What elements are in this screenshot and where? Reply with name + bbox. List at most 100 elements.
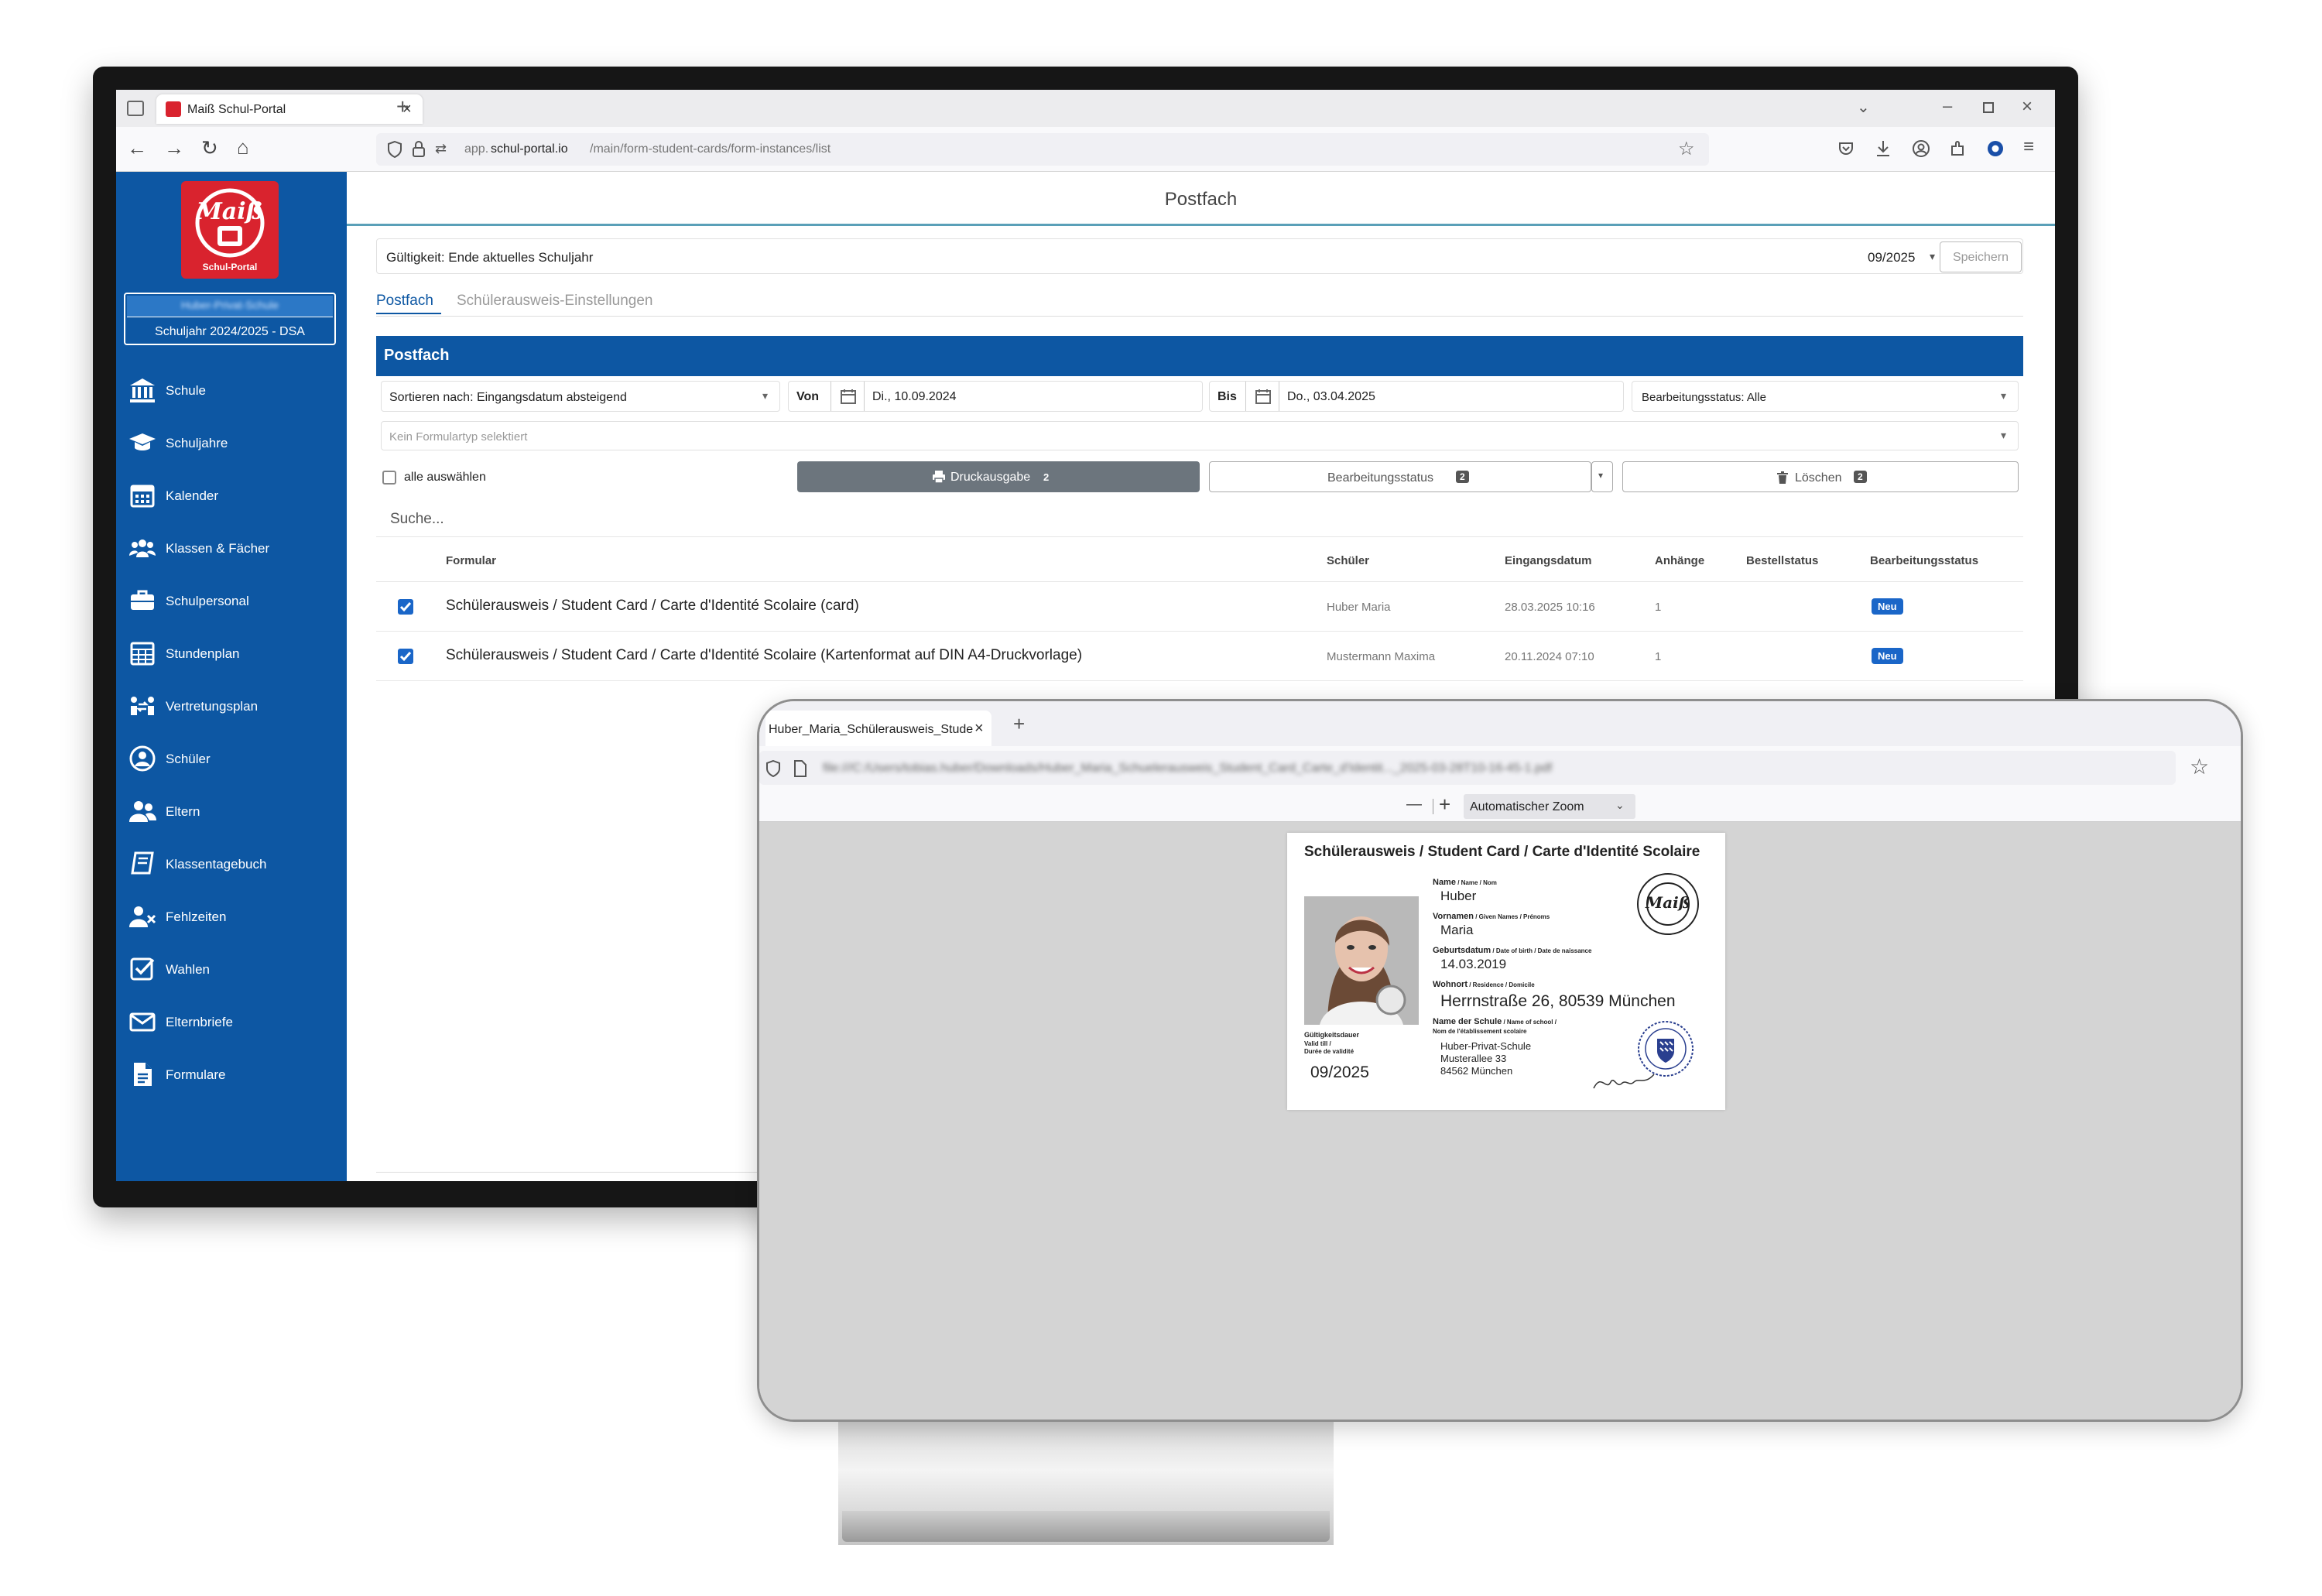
calendar-icon[interactable] bbox=[831, 382, 865, 411]
postfach-panel-header: Postfach bbox=[376, 336, 2023, 376]
sidebar-item-klassen-faecher[interactable]: Klassen & Fächer bbox=[128, 533, 337, 563]
delete-label: Löschen bbox=[1795, 471, 1842, 485]
col-bearbeitungsstatus[interactable]: Bearbeitungsstatus bbox=[1870, 554, 1978, 567]
download-icon[interactable] bbox=[1875, 139, 1892, 158]
browser-tab-bar: Maiß Schul-Portal × + ⌄ – × bbox=[116, 90, 2055, 127]
chevron-down-icon[interactable]: ⌄ bbox=[1857, 98, 1870, 117]
minimize-icon[interactable]: – bbox=[1943, 96, 1952, 116]
sidebar-item-elternbriefe[interactable]: Elternbriefe bbox=[128, 1006, 337, 1037]
school-year: Schuljahr 2024/2025 - DSA bbox=[155, 325, 305, 338]
bookmark-star-icon[interactable]: ☆ bbox=[1678, 138, 1695, 160]
sidebar-item-label: Formulare bbox=[166, 1067, 226, 1082]
extensions-icon[interactable] bbox=[1949, 139, 1968, 158]
formtype-select[interactable]: Kein Formulartyp selektiert ▾ bbox=[381, 421, 2019, 450]
signature-icon bbox=[1593, 1074, 1655, 1089]
zoom-in-button[interactable]: + bbox=[1439, 793, 1450, 817]
address-bar[interactable]: ⇄ app. schul-portal.io /main/form-studen… bbox=[376, 133, 1709, 166]
sidebar-item-formulare[interactable]: Formulare bbox=[128, 1059, 337, 1090]
sidebar-item-fehlzeiten[interactable]: Fehlzeiten bbox=[128, 901, 337, 932]
table-row[interactable]: Schülerausweis / Student Card / Carte d'… bbox=[376, 582, 2023, 632]
given-value: Maria bbox=[1440, 923, 1474, 937]
col-anhaenge[interactable]: Anhänge bbox=[1655, 554, 1704, 567]
address-bar[interactable]: file:///C:/Users/tobias.huber/Downloads/… bbox=[759, 751, 2176, 785]
browser-tab-pdf[interactable]: Huber_Maria_Schülerausweis_Stude × bbox=[765, 711, 991, 746]
sidebar-item-label: Stundenplan bbox=[166, 646, 240, 661]
col-eingangsdatum[interactable]: Eingangsdatum bbox=[1505, 554, 1592, 567]
extension-blue-icon[interactable] bbox=[1986, 139, 2005, 158]
search-input[interactable]: Suche... bbox=[376, 500, 2023, 537]
school-selector[interactable]: Huber-Privat-Schule Schuljahr 2024/2025 … bbox=[124, 293, 336, 345]
portal-logo[interactable]: Maiß Schul-Portal bbox=[181, 181, 279, 279]
new-tab-button[interactable]: + bbox=[396, 94, 409, 119]
row-form-name[interactable]: Schülerausweis / Student Card / Carte d'… bbox=[446, 598, 859, 615]
row-attachments: 1 bbox=[1655, 650, 1662, 663]
bookmark-star-icon[interactable]: ☆ bbox=[2190, 754, 2209, 779]
browser-tab-portal[interactable]: Maiß Schul-Portal × bbox=[156, 94, 423, 124]
row-form-name[interactable]: Schülerausweis / Student Card / Carte d'… bbox=[446, 647, 1082, 664]
sort-select[interactable]: Sortieren nach: Eingangsdatum absteigend… bbox=[381, 381, 780, 412]
user-x-icon bbox=[129, 906, 156, 927]
sidebar: Maiß Schul-Portal Huber-Privat-Schule Sc… bbox=[116, 172, 347, 1181]
sidebar-item-wahlen[interactable]: Wahlen bbox=[128, 954, 337, 985]
delete-button[interactable]: Löschen 2 bbox=[1622, 461, 2019, 492]
validity-sub1: Valid till / bbox=[1304, 1040, 1331, 1047]
status-change-label: Bearbeitungsstatus bbox=[1327, 471, 1433, 485]
tab-schuelerausweis-einstellungen[interactable]: Schülerausweis-Einstellungen bbox=[457, 293, 652, 310]
pocket-icon[interactable] bbox=[1837, 140, 1855, 157]
restore-icon[interactable] bbox=[1983, 102, 1994, 113]
user-circle-icon bbox=[129, 745, 156, 772]
status-filter-select[interactable]: Bearbeitungsstatus: Alle ▾ bbox=[1632, 381, 2019, 412]
zoom-select[interactable]: Automatischer Zoom ⌄ bbox=[1464, 794, 1635, 819]
sidebar-item-eltern[interactable]: Eltern bbox=[128, 796, 337, 827]
sidebar-item-schule[interactable]: Schule bbox=[128, 375, 337, 406]
home-icon[interactable]: ⌂ bbox=[237, 137, 249, 157]
close-window-icon[interactable]: × bbox=[2022, 96, 2033, 118]
row-date: 28.03.2025 10:16 bbox=[1505, 601, 1595, 614]
date-from-field[interactable]: Von Di., 10.09.2024 bbox=[788, 381, 1203, 412]
sidebar-item-klassentagebuch[interactable]: Klassentagebuch bbox=[128, 848, 337, 879]
back-icon[interactable]: ← bbox=[127, 138, 147, 158]
sidebar-item-stundenplan[interactable]: Stundenplan bbox=[128, 638, 337, 669]
account-icon[interactable] bbox=[1912, 139, 1930, 158]
menu-icon[interactable]: ≡ bbox=[2023, 136, 2034, 158]
status-change-button[interactable]: Bearbeitungsstatus 2 bbox=[1209, 461, 1591, 492]
reload-icon[interactable]: ↻ bbox=[201, 138, 218, 158]
permissions-icon[interactable]: ⇄ bbox=[435, 141, 447, 157]
tab-postfach[interactable]: Postfach bbox=[376, 293, 433, 310]
parents-icon bbox=[129, 801, 156, 822]
tab-close-icon[interactable]: × bbox=[974, 720, 984, 738]
residence-value: Herrnstraße 26, 80539 München bbox=[1440, 992, 1676, 1010]
status-dropdown-toggle[interactable]: ▾ bbox=[1591, 461, 1613, 492]
sidebar-item-vertretungsplan[interactable]: Vertretungsplan bbox=[128, 690, 337, 721]
col-bestellstatus[interactable]: Bestellstatus bbox=[1746, 554, 1818, 567]
status-filter-label: Bearbeitungsstatus: Alle bbox=[1642, 391, 1766, 404]
zoom-out-button[interactable]: — bbox=[1406, 796, 1422, 813]
sidebar-item-schulpersonal[interactable]: Schulpersonal bbox=[128, 585, 337, 616]
sidebar-item-kalender[interactable]: Kalender bbox=[128, 480, 337, 511]
row-checkbox[interactable] bbox=[398, 599, 413, 615]
col-formular[interactable]: Formular bbox=[446, 554, 496, 567]
sidebar-item-schuljahre[interactable]: Schuljahre bbox=[128, 427, 337, 458]
print-button[interactable]: Druckausgabe 2 bbox=[797, 461, 1200, 492]
document-icon bbox=[134, 1063, 152, 1086]
formtype-placeholder: Kein Formulartyp selektiert bbox=[389, 430, 528, 444]
calendar-icon[interactable] bbox=[1245, 382, 1279, 411]
select-all-checkbox[interactable] bbox=[382, 471, 396, 485]
validity-sub2: Durée de validité bbox=[1304, 1048, 1354, 1055]
row-checkbox[interactable] bbox=[398, 649, 413, 664]
select-all-label: alle auswählen bbox=[404, 471, 486, 484]
status-badge: Neu bbox=[1872, 648, 1903, 664]
print-count-badge: 2 bbox=[1043, 471, 1050, 483]
sidebar-item-label: Fehlzeiten bbox=[166, 909, 227, 924]
chevron-down-icon: ▾ bbox=[2001, 429, 2007, 441]
col-schueler[interactable]: Schüler bbox=[1327, 554, 1369, 567]
tab-list-icon[interactable] bbox=[127, 101, 144, 116]
table-row[interactable]: Schülerausweis / Student Card / Carte d'… bbox=[376, 632, 2023, 681]
forward-icon[interactable]: → bbox=[164, 138, 184, 158]
new-tab-button[interactable]: + bbox=[1013, 712, 1025, 736]
sidebar-item-schueler[interactable]: Schüler bbox=[128, 743, 337, 774]
zoom-label: Automatischer Zoom bbox=[1470, 800, 1584, 813]
save-button[interactable]: Speichern bbox=[1940, 241, 2022, 272]
briefcase-icon bbox=[131, 590, 154, 610]
date-to-field[interactable]: Bis Do., 03.04.2025 bbox=[1209, 381, 1624, 412]
